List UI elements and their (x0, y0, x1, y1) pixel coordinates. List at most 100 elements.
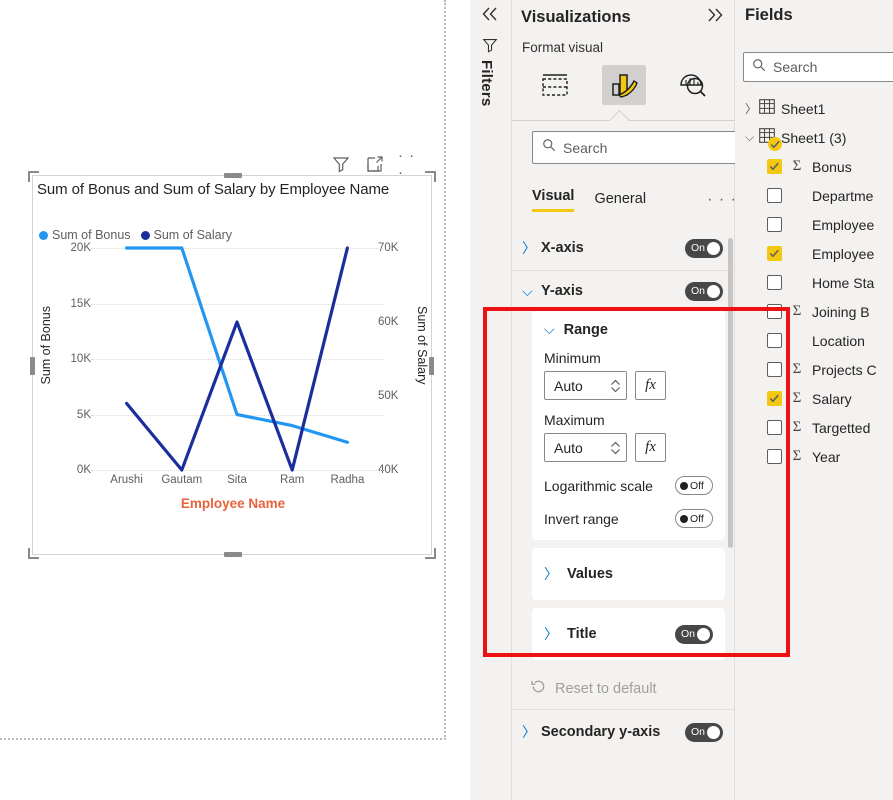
field-item-employee[interactable]: ΣEmployee (735, 239, 893, 268)
card-title[interactable]: 〉 Title On (532, 608, 725, 660)
series-line-sum-of-bonus[interactable] (125, 246, 349, 444)
focus-mode-icon[interactable] (364, 153, 386, 175)
legend-item-bonus[interactable]: Sum of Bonus (39, 228, 131, 242)
section-x-axis[interactable]: 〉 X-axis On (512, 228, 735, 268)
sigma-icon: Σ (792, 303, 802, 319)
field-checkbox[interactable] (767, 275, 782, 290)
toggle-invert-range[interactable]: Off (675, 509, 713, 528)
fields-search-input[interactable]: Search (743, 52, 893, 82)
y-axis-right-tick: 60K (378, 316, 399, 328)
field-item-projects-c[interactable]: Σ Projects C (735, 355, 893, 384)
format-visual-icon[interactable] (601, 65, 646, 105)
toggle-secondary-y-axis[interactable]: On (685, 722, 723, 742)
collapse-pane-icon[interactable] (480, 6, 500, 27)
filters-pane-label[interactable]: Filters (478, 60, 495, 106)
card-range-header[interactable]: ⌵ Range (544, 321, 713, 338)
resize-handle-bottom[interactable] (224, 552, 242, 557)
expand-pane-icon[interactable] (705, 7, 725, 28)
toggle-title[interactable]: On (675, 624, 713, 644)
field-item-salary[interactable]: Σ Salary (735, 384, 893, 413)
sigma-icon: Σ (792, 361, 802, 377)
fields-title: Fields (745, 6, 793, 24)
legend-item-salary[interactable]: Sum of Salary (140, 228, 232, 242)
toggle-x-axis[interactable]: On (685, 238, 723, 258)
toggle-knob (680, 514, 688, 523)
resize-handle-top-left[interactable] (28, 171, 39, 182)
toggle-y-axis-label: On (691, 285, 706, 297)
section-y-axis[interactable]: ⌵ Y-axis On (512, 271, 735, 311)
field-checkbox[interactable] (767, 449, 782, 464)
field-checkbox[interactable] (767, 188, 782, 203)
field-item-bonus[interactable]: Σ Bonus (735, 152, 893, 181)
toggle-logarithmic-scale[interactable]: Off (675, 476, 713, 495)
visualizations-search-input[interactable]: Search (532, 131, 737, 164)
minimum-row: Auto fx (544, 371, 713, 400)
format-sections-scroll[interactable]: 〉 X-axis On ⌵ Y-axis On ⌵ Range Minimum … (512, 228, 735, 783)
resize-handle-top-right[interactable] (425, 171, 436, 182)
invert-range-row: Invert range Off (544, 509, 713, 528)
resize-handle-top[interactable] (224, 173, 242, 178)
field-checkbox[interactable] (767, 304, 782, 319)
filters-rail: Filters (470, 0, 512, 800)
subtabs-more-icon[interactable]: · · · (707, 191, 737, 212)
field-checkbox[interactable] (767, 333, 782, 348)
visualizations-scrollbar[interactable] (728, 228, 733, 698)
field-checkbox[interactable] (767, 217, 782, 232)
field-label: Bonus (812, 158, 852, 175)
resize-handle-bottom-right[interactable] (425, 548, 436, 559)
field-item-departme[interactable]: ΣDepartme (735, 181, 893, 210)
fields-table-row[interactable]: ⌵ Sheet1 (3) (735, 123, 893, 152)
resize-handle-left[interactable] (30, 357, 35, 375)
scrollbar-thumb[interactable] (728, 238, 733, 548)
line-chart-visual[interactable]: Sum of Bonus and Sum of Salary by Employ… (28, 171, 436, 559)
tab-general[interactable]: General (594, 191, 646, 212)
series-line-sum-of-salary[interactable] (125, 246, 349, 472)
field-item-year[interactable]: Σ Year (735, 442, 893, 471)
y-axis-right-ticks: 40K 50K 60K 70K (378, 242, 412, 476)
gridline (91, 470, 383, 471)
reset-to-default-button[interactable]: Reset to default (512, 668, 735, 709)
field-checkbox[interactable] (767, 391, 782, 406)
fields-search-placeholder: Search (773, 59, 818, 75)
resize-handle-right[interactable] (429, 357, 434, 375)
field-checkbox[interactable] (767, 362, 782, 377)
field-checkbox[interactable] (767, 420, 782, 435)
fields-table-row[interactable]: 〉 Sheet1 (735, 94, 893, 123)
filter-icon[interactable] (481, 36, 499, 59)
plot-area (91, 246, 383, 472)
visualizations-pane: Visualizations Format visual Search Visu… (512, 0, 737, 800)
y-axis-left-ticks: 0K 5K 10K 15K 20K (57, 242, 91, 476)
minimum-input[interactable]: Auto (544, 371, 627, 400)
more-options-icon[interactable]: · · · (398, 147, 420, 181)
visual-pane-tab-icons (520, 62, 727, 108)
card-values[interactable]: 〉 Values (532, 548, 725, 600)
field-checkbox[interactable] (767, 159, 782, 174)
maximum-input[interactable]: Auto (544, 433, 627, 462)
field-item-home-sta[interactable]: ΣHome Sta (735, 268, 893, 297)
x-axis-tick-label: Radha (330, 474, 365, 486)
toggle-y-axis[interactable]: On (685, 281, 723, 301)
field-item-location[interactable]: ΣLocation (735, 326, 893, 355)
maximum-fx-button[interactable]: fx (635, 433, 666, 462)
reset-to-default-label: Reset to default (555, 680, 657, 697)
build-visual-icon[interactable] (533, 65, 577, 105)
field-item-targetted[interactable]: Σ Targetted (735, 413, 893, 442)
field-item-joining-b[interactable]: Σ Joining B (735, 297, 893, 326)
field-item-employee[interactable]: ΣEmployee (735, 210, 893, 239)
field-checkbox[interactable] (767, 246, 782, 261)
sigma-icon: Σ (792, 419, 802, 435)
resize-handle-bottom-left[interactable] (28, 548, 39, 559)
filter-icon[interactable] (330, 153, 352, 175)
minimum-fx-button[interactable]: fx (635, 371, 666, 400)
analytics-icon[interactable] (671, 65, 715, 105)
section-secondary-y-axis[interactable]: 〉 Secondary y-axis On (512, 710, 735, 754)
fields-list: 〉Sheet1⌵Sheet1 (3)ΣBonusΣDepartmeΣEmploy… (735, 94, 893, 471)
y-axis-left-title: Sum of Bonus (39, 306, 53, 385)
spinner-arrows-icon[interactable] (610, 378, 621, 394)
logarithmic-scale-label: Logarithmic scale (544, 477, 653, 494)
tab-visual[interactable]: Visual (532, 188, 575, 212)
chart-legend: Sum of Bonus Sum of Salary (39, 228, 232, 242)
x-axis-tick-label: Arushi (110, 474, 143, 486)
spinner-arrows-icon[interactable] (610, 440, 621, 456)
toggle-logarithmic-scale-label: Off (690, 479, 704, 492)
